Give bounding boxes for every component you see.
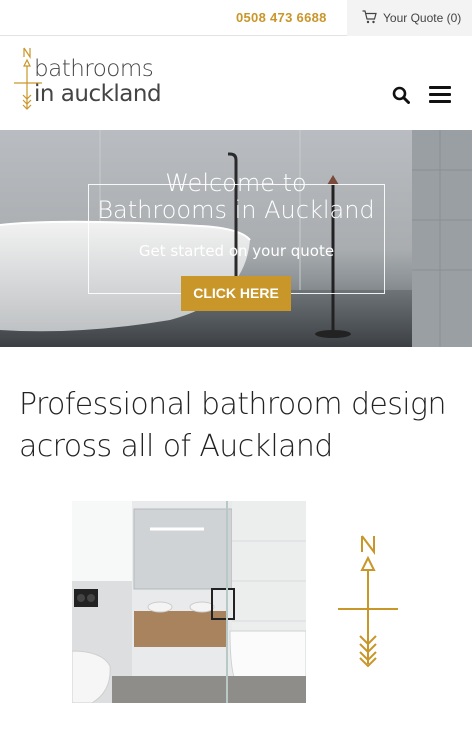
page-heading-line1: Professional bathroom design bbox=[19, 387, 446, 422]
logo-text-line1[interactable]: bathrooms bbox=[34, 56, 154, 82]
hero-subtitle: Get started on your quote bbox=[138, 242, 335, 260]
search-icon[interactable] bbox=[392, 86, 410, 104]
hero-title: Welcome to Bathrooms in Auckland bbox=[70, 170, 402, 224]
logo-text-line2[interactable]: in auckland bbox=[34, 81, 162, 107]
your-quote-button[interactable]: Your Quote (0) bbox=[347, 0, 472, 36]
compass-arrow-icon bbox=[338, 535, 398, 668]
bathroom-photo bbox=[72, 501, 306, 703]
cart-icon bbox=[362, 10, 377, 24]
click-here-button[interactable]: CLICK HERE bbox=[181, 276, 291, 311]
phone-number-link[interactable]: 0508 473 6688 bbox=[236, 10, 327, 25]
your-quote-label: Your Quote (0) bbox=[383, 11, 462, 25]
page-heading: Professional bathroom design across all … bbox=[19, 384, 459, 468]
page-heading-line2: across all of Auckland bbox=[19, 429, 333, 464]
hero-title-line1: Welcome to bbox=[165, 169, 307, 197]
site-header: bathrooms in auckland bbox=[0, 36, 472, 130]
hero-title-line2: Bathrooms in Auckland bbox=[97, 196, 375, 224]
hero-banner: Welcome to Bathrooms in Auckland Get sta… bbox=[0, 130, 472, 347]
top-bar: 0508 473 6688 Your Quote (0) bbox=[0, 0, 472, 36]
hamburger-menu-icon[interactable] bbox=[429, 86, 451, 104]
